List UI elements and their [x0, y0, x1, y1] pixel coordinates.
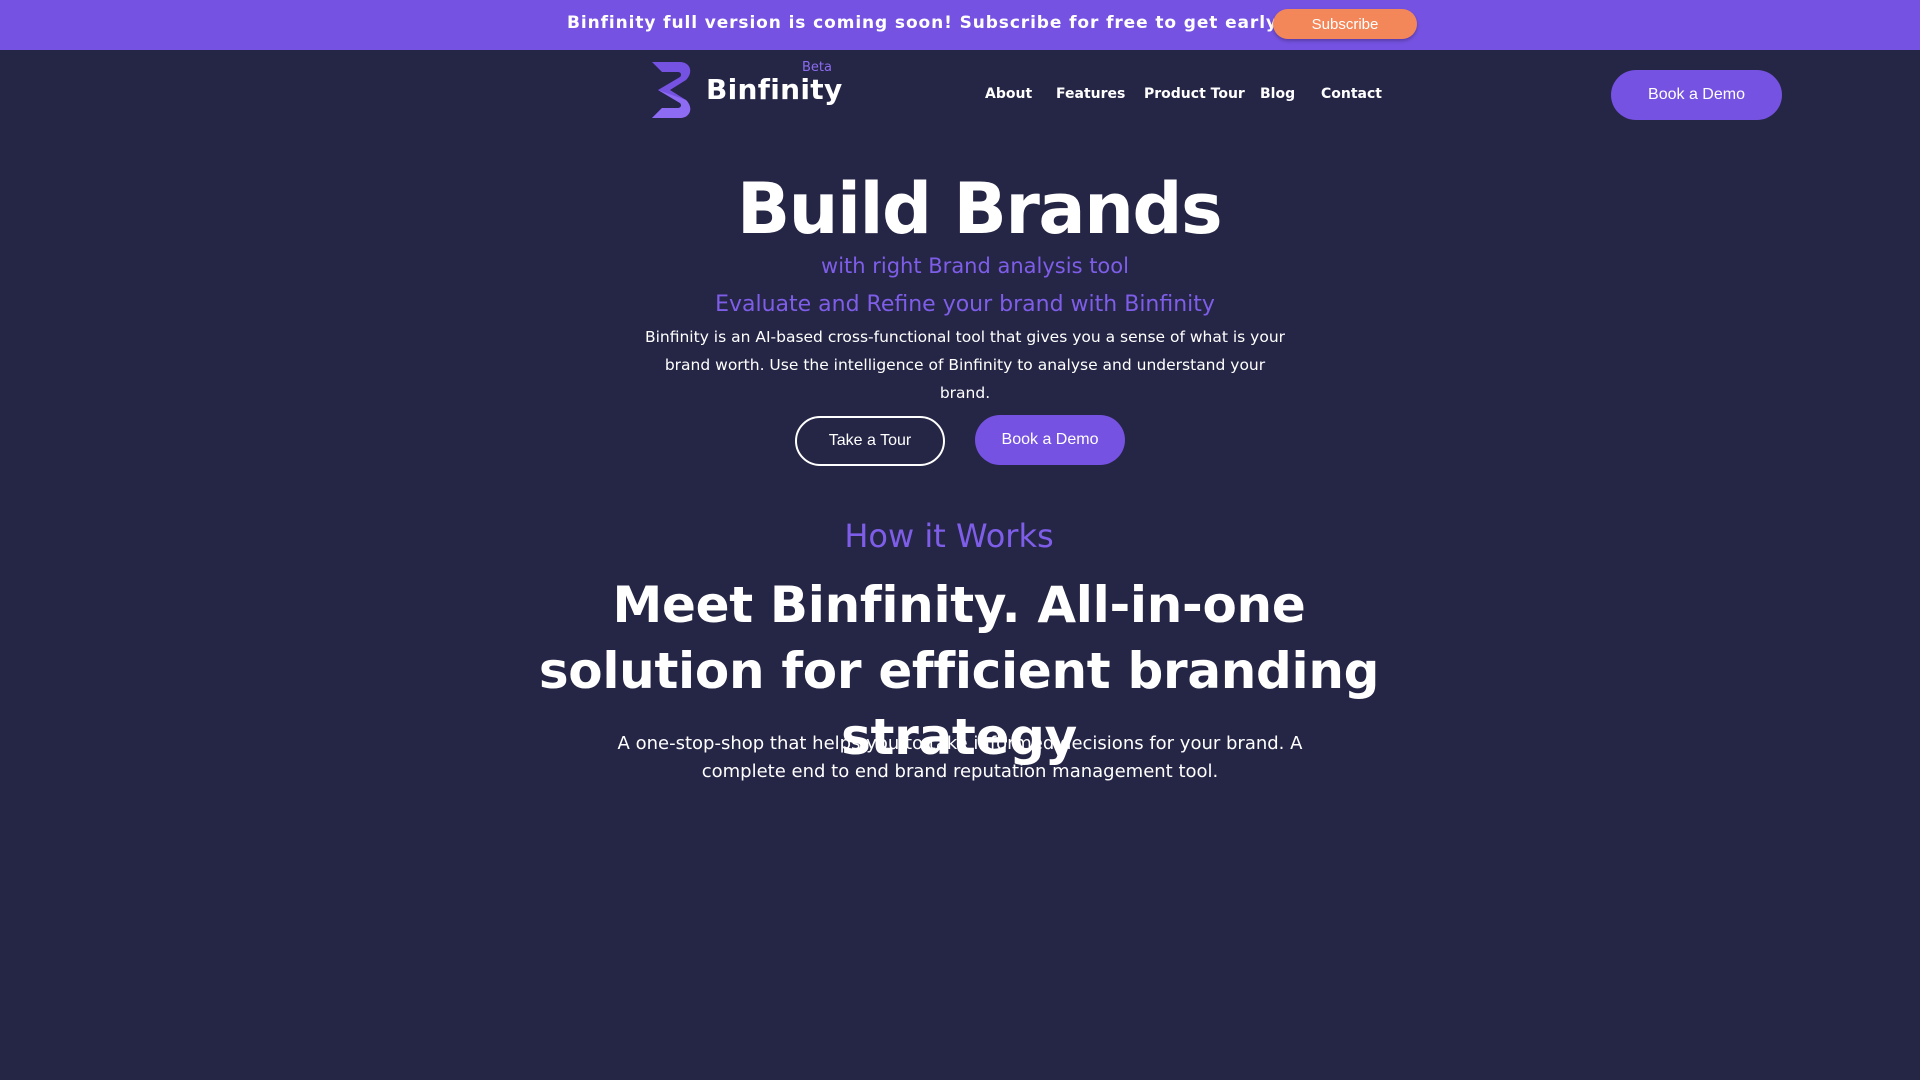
- nav-item-features[interactable]: Features: [1056, 86, 1125, 102]
- announcement-bar: Binfinity full version is coming soon! S…: [0, 0, 1920, 50]
- take-tour-button[interactable]: Take a Tour: [795, 416, 945, 466]
- nav-item-about[interactable]: About: [985, 86, 1032, 102]
- subscribe-button[interactable]: Subscribe: [1273, 9, 1417, 39]
- how-it-works-label: How it Works: [844, 517, 1054, 555]
- hero-description: Binfinity is an AI-based cross-functiona…: [644, 328, 1286, 402]
- announcement-text: Binfinity full version is coming soon! S…: [567, 13, 1363, 33]
- how-it-works-description: A one-stop-shop that helps you to take i…: [617, 733, 1303, 782]
- beta-label: Beta: [802, 60, 832, 75]
- nav-item-blog[interactable]: Blog: [1260, 86, 1295, 102]
- nav-item-contact[interactable]: Contact: [1321, 86, 1382, 102]
- hero-tagline: Evaluate and Refine your brand with Binf…: [715, 292, 1215, 317]
- hero-title: Build Brands: [736, 168, 1223, 250]
- header-book-demo-button[interactable]: Book a Demo: [1611, 70, 1782, 120]
- hero-subtitle: with right Brand analysis tool: [821, 254, 1129, 278]
- hero-book-demo-button[interactable]: Book a Demo: [975, 415, 1125, 465]
- nav-item-product-tour[interactable]: Product Tour: [1144, 86, 1245, 102]
